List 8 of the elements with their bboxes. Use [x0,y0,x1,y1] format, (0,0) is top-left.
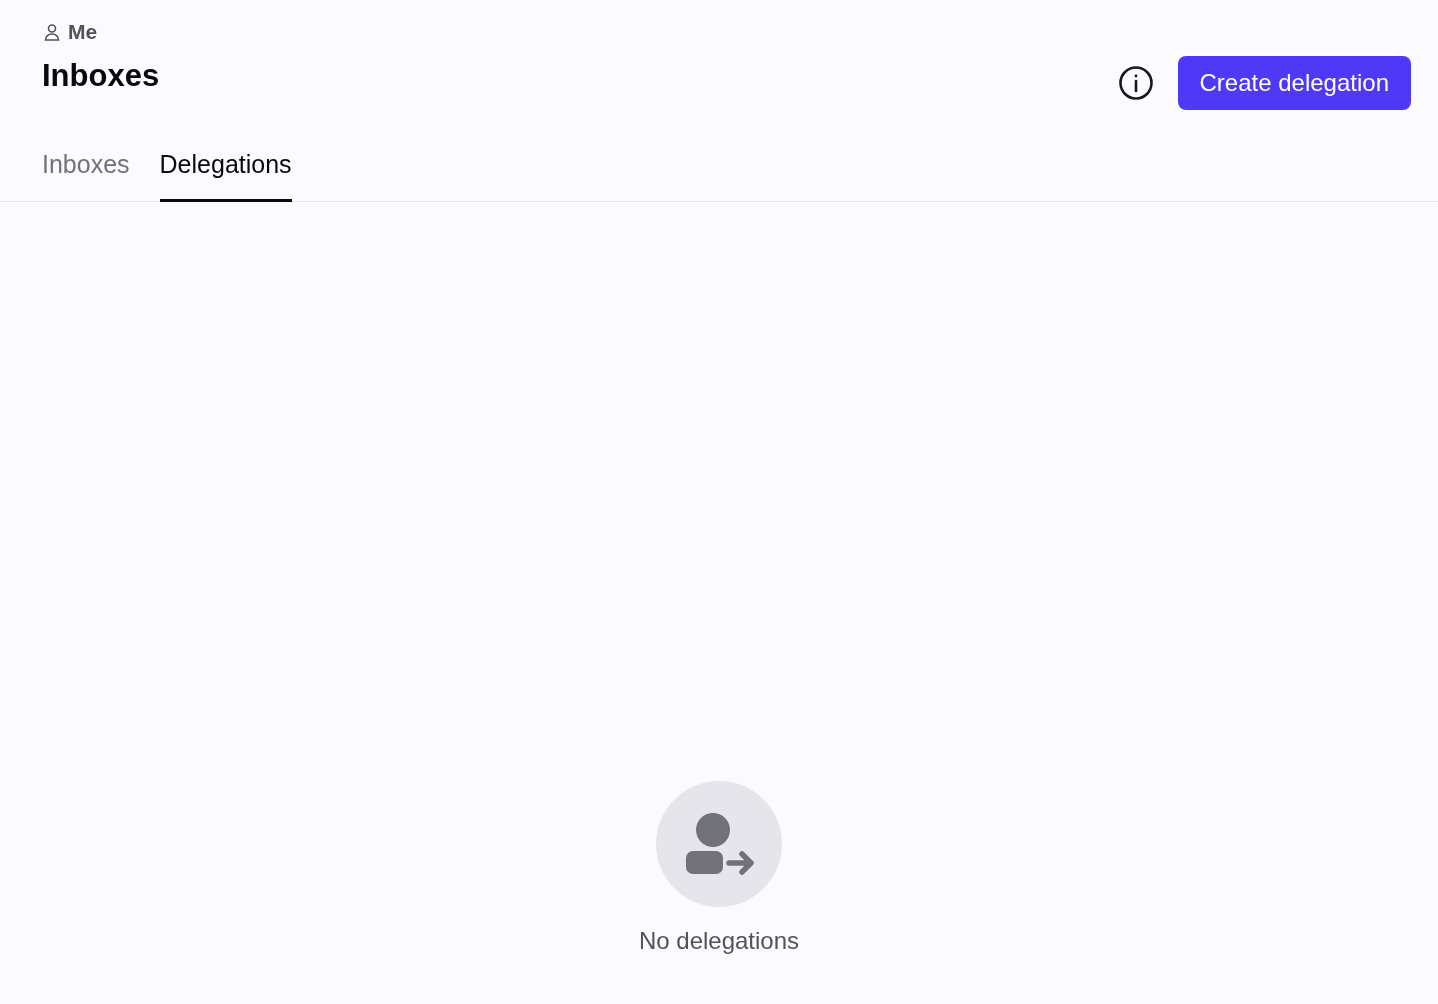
tab[interactable]: Inboxes [42,140,130,202]
breadcrumb-link[interactable]: Me [68,20,98,44]
info-icon[interactable] [1117,65,1154,101]
tab[interactable]: Delegations [159,140,292,202]
empty-message: No delegations [638,927,800,955]
person-icon [42,22,62,42]
page-title: Inboxes [42,58,160,94]
create-delegation-button[interactable]: Create delegation [1177,56,1411,110]
